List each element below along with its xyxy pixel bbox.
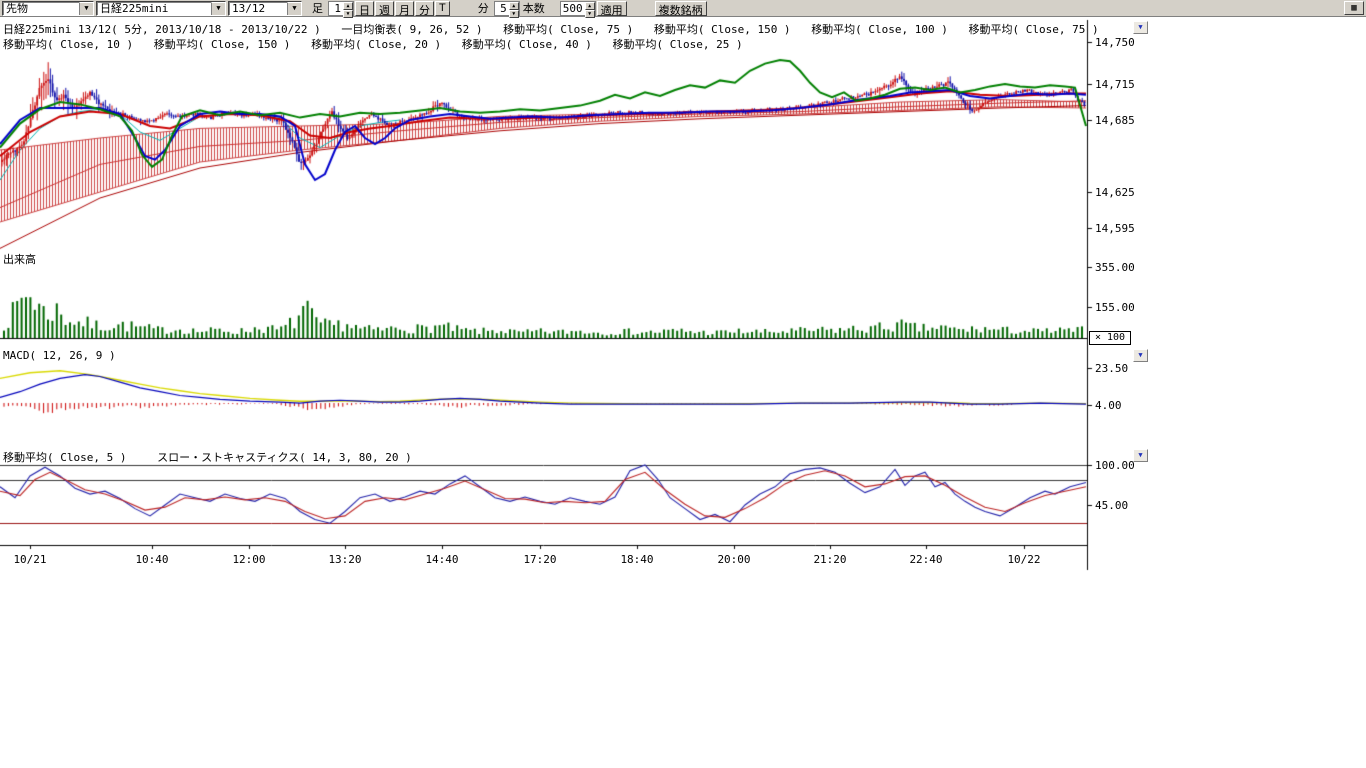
macd-panel-label: MACD( 12, 26, 9 ) <box>3 349 116 362</box>
time-tick-label: 13:20 <box>328 553 361 566</box>
legend-symbol-period: 日経225mini 13/12( 5分, 2013/10/18 - 2013/1… <box>3 23 321 36</box>
time-tick-label: 17:20 <box>523 553 556 566</box>
volume-panel-label: 出来高 <box>3 251 36 267</box>
chart-application-window: 先物 ▼ 日経225mini ▼ 13/12 ▼ 足 1 ▲ ▼ 日 週 月 分… <box>0 0 1366 768</box>
axis-tick-label: 355.00 <box>1095 261 1135 274</box>
price-panel-legend-row2: 移動平均( Close, 10 ) 移動平均( Close, 150 ) 移動平… <box>3 36 757 52</box>
legend-ma150: 移動平均( Close, 150 ) <box>654 23 791 36</box>
time-tick-label: 22:40 <box>909 553 942 566</box>
stoch-ma-label: 移動平均( Close, 5 ) <box>3 451 126 464</box>
time-tick-label: 21:20 <box>813 553 846 566</box>
price-panel-legend-row1: 日経225mini 13/12( 5分, 2013/10/18 - 2013/1… <box>3 21 1113 37</box>
axis-tick-label: 45.00 <box>1095 499 1128 512</box>
chevron-down-icon: ▼ <box>1138 351 1142 359</box>
legend-ma150b: 移動平均( Close, 150 ) <box>154 38 291 51</box>
axis-tick-label: 100.00 <box>1095 459 1135 472</box>
axis-tick-label: 155.00 <box>1095 301 1135 314</box>
time-tick-label: 18:40 <box>620 553 653 566</box>
volume-multiplier-badge: × 100 <box>1089 331 1131 345</box>
legend-ma100: 移動平均( Close, 100 ) <box>811 23 948 36</box>
chevron-down-icon: ▼ <box>1138 23 1142 31</box>
axis-tick-label: 4.00 <box>1095 399 1122 412</box>
axis-tick-label: 14,750 <box>1095 36 1135 49</box>
price-panel-collapse-button[interactable]: ▼ <box>1133 21 1148 34</box>
axis-tick-label: 14,595 <box>1095 222 1135 235</box>
chevron-down-icon: ▼ <box>1138 451 1142 459</box>
time-tick-label: 14:40 <box>425 553 458 566</box>
legend-ma75: 移動平均( Close, 75 ) <box>503 23 633 36</box>
legend-ma75b: 移動平均( Close, 75 ) <box>969 23 1099 36</box>
time-tick-label: 10:40 <box>135 553 168 566</box>
legend-ma25: 移動平均( Close, 25 ) <box>613 38 743 51</box>
time-tick-label: 20:00 <box>717 553 750 566</box>
time-tick-label: 12:00 <box>232 553 265 566</box>
legend-ma40: 移動平均( Close, 40 ) <box>462 38 592 51</box>
stoch-panel-collapse-button[interactable]: ▼ <box>1133 449 1148 462</box>
legend-ma20: 移動平均( Close, 20 ) <box>311 38 441 51</box>
axis-tick-label: 14,685 <box>1095 114 1135 127</box>
legend-ma10: 移動平均( Close, 10 ) <box>3 38 133 51</box>
axis-tick-label: 23.50 <box>1095 362 1128 375</box>
axis-tick-label: 14,625 <box>1095 186 1135 199</box>
stoch-label: スロー・ストキャスティクス( 14, 3, 80, 20 ) <box>157 451 412 464</box>
stoch-panel-labels: 移動平均( Close, 5 ) スロー・ストキャスティクス( 14, 3, 8… <box>3 449 426 465</box>
time-tick-label: 10/22 <box>1007 553 1040 566</box>
legend-ichimoku: 一目均衡表( 9, 26, 52 ) <box>341 23 482 36</box>
chart-canvas[interactable] <box>0 0 1366 768</box>
axis-tick-label: 14,715 <box>1095 78 1135 91</box>
macd-panel-collapse-button[interactable]: ▼ <box>1133 349 1148 362</box>
time-tick-label: 10/21 <box>13 553 46 566</box>
